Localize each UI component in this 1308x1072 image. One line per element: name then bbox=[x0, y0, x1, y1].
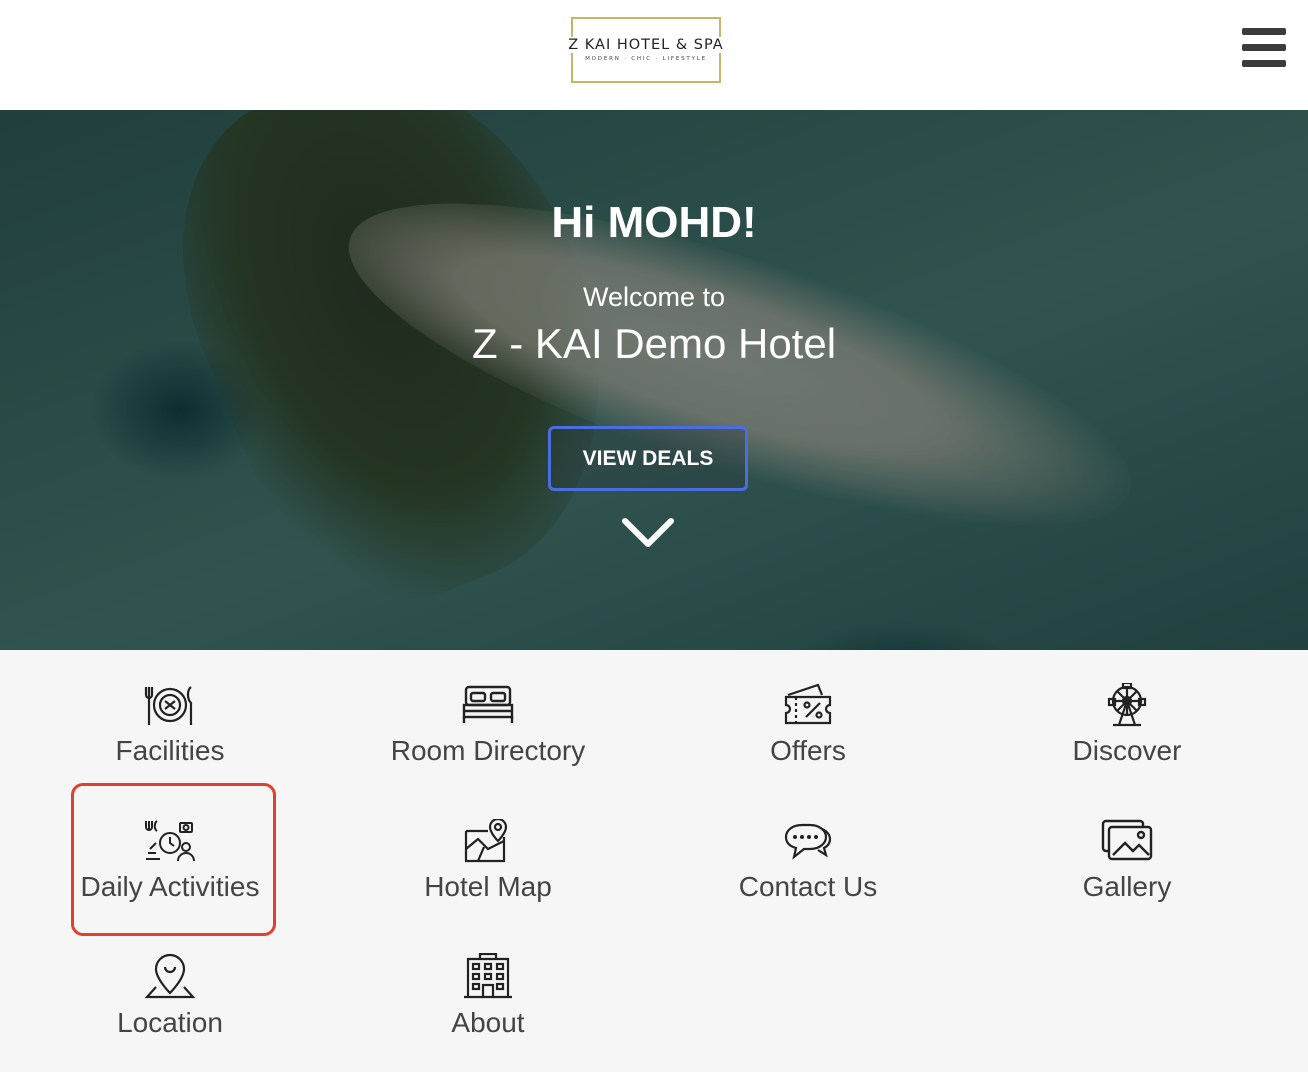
menu-label: Offers bbox=[770, 735, 846, 766]
menu-item-daily-activities[interactable]: Daily Activities bbox=[40, 819, 300, 903]
menu-item-about[interactable]: About bbox=[358, 953, 618, 1039]
menu-item-room-directory[interactable]: Room Directory bbox=[358, 683, 618, 767]
menu-item-offers[interactable]: Offers bbox=[678, 683, 938, 767]
menu-item-gallery[interactable]: Gallery bbox=[997, 819, 1257, 903]
building-icon bbox=[464, 953, 512, 999]
menu-item-facilities[interactable]: Facilities bbox=[40, 683, 300, 767]
dining-icon bbox=[144, 686, 193, 725]
chevron-down-icon[interactable] bbox=[620, 515, 676, 551]
bed-icon bbox=[462, 685, 514, 723]
activities-icon bbox=[145, 820, 195, 862]
photo-gallery-icon bbox=[1101, 819, 1153, 861]
menu-label: Location bbox=[117, 1007, 223, 1038]
menu-item-hotel-map[interactable]: Hotel Map bbox=[358, 819, 618, 903]
menu-label: Room Directory bbox=[390, 735, 586, 766]
hero-banner: Hi MOHD! Welcome to Z - KAI Demo Hotel V… bbox=[0, 110, 1308, 650]
menu-item-location[interactable]: Location bbox=[40, 953, 300, 1039]
menu-label: Discover bbox=[1072, 735, 1182, 766]
menu-label: About bbox=[451, 1007, 525, 1038]
logo-tagline: MODERN · CHIC · LIFESTYLE bbox=[585, 56, 707, 62]
menu-label: Facilities bbox=[115, 735, 225, 766]
menu-label: Hotel Map bbox=[424, 871, 552, 902]
menu-item-discover[interactable]: Discover bbox=[997, 683, 1257, 767]
hamburger-menu-icon[interactable] bbox=[1240, 28, 1288, 70]
menu-item-contact-us[interactable]: Contact Us bbox=[678, 819, 938, 903]
welcome-text: Welcome to bbox=[582, 282, 726, 312]
greeting-title: Hi MOHD! bbox=[551, 198, 757, 247]
menu-label: Daily Activities bbox=[80, 871, 260, 902]
view-deals-button[interactable]: VIEW DEALS bbox=[548, 426, 748, 491]
app-header: Z KAI HOTEL & SPA MODERN · CHIC · LIFEST… bbox=[0, 0, 1308, 110]
menu-label: Contact Us bbox=[738, 871, 878, 902]
chat-bubbles-icon bbox=[784, 823, 832, 860]
logo-name: Z KAI HOTEL & SPA bbox=[559, 37, 733, 53]
ferris-wheel-icon bbox=[1107, 683, 1147, 727]
hotel-logo[interactable]: Z KAI HOTEL & SPA MODERN · CHIC · LIFEST… bbox=[559, 17, 733, 83]
discount-ticket-icon bbox=[784, 683, 832, 725]
hotel-name: Z - KAI Demo Hotel bbox=[471, 320, 837, 367]
map-icon bbox=[464, 819, 508, 863]
location-pin-icon bbox=[144, 953, 196, 999]
menu-label: Gallery bbox=[1082, 871, 1172, 902]
